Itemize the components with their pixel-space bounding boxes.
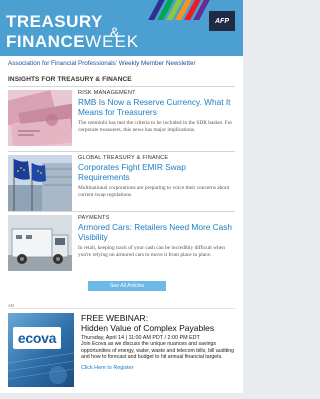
- brand-finance: FINANCE: [6, 32, 86, 51]
- article-item[interactable]: GLOBAL TREASURY & FINANCE Corporates Fig…: [8, 155, 235, 213]
- tagline: Association for Financial Professionals'…: [8, 60, 196, 67]
- register-link[interactable]: Click Here to Register: [81, 365, 237, 371]
- armored-truck-image[interactable]: [8, 215, 72, 271]
- ecova-ad-image[interactable]: ecova: [8, 313, 74, 387]
- section-divider: [8, 86, 235, 87]
- article-headline[interactable]: Corporates Fight EMIR Swap Requirements: [78, 162, 235, 182]
- eu-flags-image[interactable]: [8, 155, 72, 211]
- header-banner[interactable]: TREASURY & FINANCEWEEK AFP: [0, 0, 243, 56]
- ad-description: Join Ecova as we discuss the unique nuan…: [81, 341, 235, 360]
- currency-notes-image[interactable]: [8, 90, 72, 146]
- article-headline[interactable]: RMB Is Now a Reserve Currency. What It M…: [78, 97, 235, 117]
- brand-title-line1: TREASURY: [6, 12, 103, 31]
- ecova-logo: ecova: [13, 327, 61, 349]
- ad-subtitle[interactable]: Hidden Value of Complex Payables: [81, 323, 237, 333]
- brand-title-line2: FINANCEWEEK: [6, 33, 139, 50]
- section-title: INSIGHTS FOR TREASURY & FINANCE: [8, 76, 132, 83]
- ad-title[interactable]: FREE WEBINAR:: [81, 313, 237, 323]
- ad-text: FREE WEBINAR: Hidden Value of Complex Pa…: [81, 313, 237, 371]
- article-summary: In retail, keeping track of your cash ca…: [78, 245, 225, 258]
- brand-week: WEEK: [85, 32, 140, 51]
- article-divider: [8, 151, 235, 152]
- stripes-decoration: [148, 0, 211, 20]
- afp-logo[interactable]: AFP: [209, 11, 235, 31]
- article-category: PAYMENTS: [78, 215, 110, 221]
- article-text: GLOBAL TREASURY & FINANCE Corporates Fig…: [78, 155, 235, 198]
- article-text: RISK MANAGEMENT RMB Is Now a Reserve Cur…: [78, 90, 235, 133]
- article-summary: Multinational corporations are preparing…: [78, 185, 230, 198]
- article-headline[interactable]: Armored Cars: Retailers Need More Cash V…: [78, 222, 235, 242]
- article-divider: [8, 211, 235, 212]
- ad-divider: [8, 308, 235, 309]
- article-category: RISK MANAGEMENT: [78, 90, 136, 96]
- article-item[interactable]: PAYMENTS Armored Cars: Retailers Need Mo…: [8, 215, 235, 275]
- article-text: PAYMENTS Armored Cars: Retailers Need Mo…: [78, 215, 235, 258]
- see-all-articles-button[interactable]: See All Articles: [88, 281, 166, 291]
- article-item[interactable]: RISK MANAGEMENT RMB Is Now a Reserve Cur…: [8, 90, 235, 148]
- newsletter-page: TREASURY & FINANCEWEEK AFP Association f…: [0, 0, 243, 399]
- article-summary: The renminbi has met the criteria to be …: [78, 120, 233, 133]
- page-bottom-edge: [0, 393, 243, 399]
- ecova-logo-text: ecova: [17, 330, 57, 346]
- article-category: GLOBAL TREASURY & FINANCE: [78, 155, 169, 161]
